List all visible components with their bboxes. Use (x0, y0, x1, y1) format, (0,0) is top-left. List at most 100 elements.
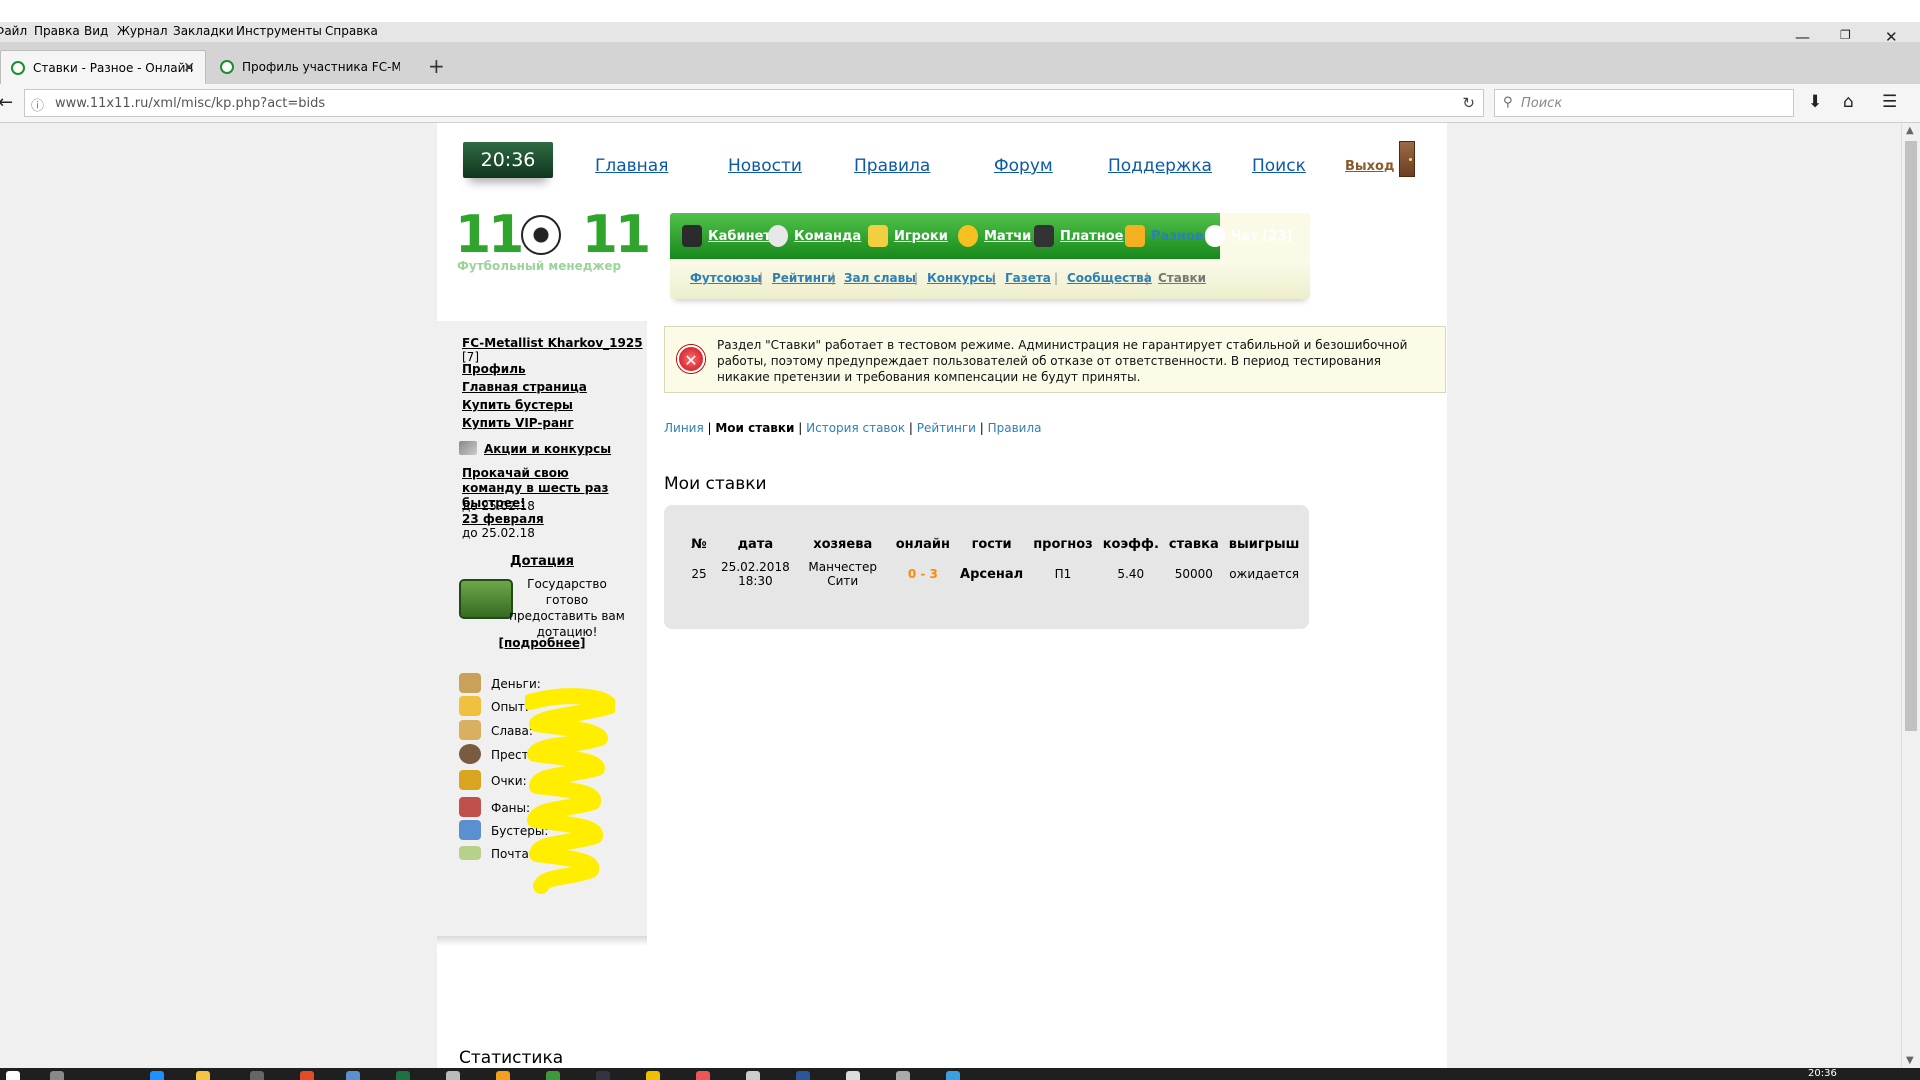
hamburger-menu-icon[interactable]: ☰ (1882, 92, 1897, 112)
window-close-icon[interactable]: ✕ (1885, 28, 1898, 46)
dotation-text: Государство готово предоставить вам дота… (509, 577, 625, 639)
vertical-scrollbar[interactable]: ▲ ▼ (1901, 123, 1920, 1068)
scroll-up-icon[interactable]: ▲ (1906, 125, 1914, 136)
submenu-hall-of-fame[interactable]: Зал славы (844, 271, 916, 285)
edge-icon[interactable] (150, 1071, 164, 1080)
cell-win: ожидается (1229, 567, 1300, 581)
menu-history[interactable]: Журнал (117, 24, 168, 38)
tab-bar: Ставки - Разное - Онлайн ... ✕ Профиль у… (0, 28, 1920, 84)
menu-edit[interactable]: Правка (34, 24, 80, 38)
site-clock: 20:36 (463, 142, 553, 178)
excel-icon[interactable] (396, 1071, 410, 1080)
app-icon[interactable] (596, 1071, 610, 1080)
notepad-icon[interactable] (446, 1071, 460, 1080)
url-bar[interactable]: ⓘ www.11x11.ru/xml/misc/kp.php?act=bids … (24, 89, 1484, 117)
subnav-history[interactable]: История ставок (806, 421, 905, 435)
nav-support[interactable]: Поддержка (1108, 156, 1212, 176)
back-icon[interactable]: ← (0, 92, 13, 113)
firefox-icon[interactable] (346, 1071, 360, 1080)
submenu-bets[interactable]: Ставки (1158, 271, 1206, 285)
search-icon[interactable] (50, 1071, 64, 1080)
menu-tools[interactable]: Инструменты (236, 24, 322, 38)
scroll-thumb[interactable] (1905, 141, 1917, 731)
app-icon[interactable] (496, 1071, 510, 1080)
app-icon[interactable] (946, 1071, 960, 1080)
menu-item-players[interactable]: Игроки (868, 213, 948, 259)
nav-search[interactable]: Поиск (1252, 156, 1306, 176)
menu-bookmarks[interactable]: Закладки (173, 24, 234, 38)
sidebar-link-profile[interactable]: Профиль (462, 362, 526, 376)
mail-icon[interactable] (746, 1071, 760, 1080)
promo-until: до 25.02.18 (462, 499, 535, 513)
search-input[interactable]: ⚲ Поиск (1494, 89, 1794, 117)
scroll-down-icon[interactable]: ▼ (1906, 1055, 1914, 1066)
menu-item-chat[interactable]: Чат [23] (1205, 213, 1292, 259)
menu-file[interactable]: Файл (0, 24, 27, 38)
separator: | (1145, 271, 1150, 285)
logout-link[interactable]: Выход (1345, 159, 1394, 174)
nav-news[interactable]: Новости (728, 156, 802, 176)
menu-label: Платное (1060, 228, 1124, 244)
sidebar-link-main-page[interactable]: Главная страница (462, 380, 587, 394)
calc-icon[interactable] (846, 1071, 860, 1080)
subnav-line[interactable]: Линия (664, 421, 704, 435)
nav-home[interactable]: Главная (595, 156, 668, 176)
store-icon[interactable] (250, 1071, 264, 1080)
app-icon[interactable] (646, 1071, 660, 1080)
tab-bets[interactable]: Ставки - Разное - Онлайн ... ✕ (0, 50, 206, 84)
download-icon[interactable]: ⬇ (1808, 92, 1822, 112)
cell-forecast: П1 (1054, 567, 1072, 581)
money-bag-icon (459, 673, 481, 693)
team-link[interactable]: FC-Metallist Kharkov_1925 (462, 336, 643, 350)
site-logo[interactable]: 11 11 Футбольный менеджер (455, 207, 651, 277)
app-icon[interactable] (896, 1071, 910, 1080)
nav-rules[interactable]: Правила (854, 156, 930, 176)
menu-item-matches[interactable]: Матчи (958, 213, 1031, 259)
sub-menu: Футсоюзы | Рейтинги | Зал славы | Конкур… (670, 259, 1310, 299)
app-icon[interactable] (546, 1071, 560, 1080)
new-tab-icon[interactable]: + (428, 54, 445, 78)
menu-item-team[interactable]: Команда (768, 213, 861, 259)
nav-forum[interactable]: Форум (994, 156, 1053, 176)
close-icon[interactable]: ✕ (183, 60, 195, 76)
sidebar-link-promos[interactable]: Акции и конкурсы (484, 442, 611, 456)
menu-item-cabinet[interactable]: Кабинет (682, 213, 771, 259)
sidebar-link-buy-vip[interactable]: Купить VIP-ранг (462, 416, 574, 430)
tab-profile[interactable]: Профиль участника FC-Me... (210, 50, 410, 84)
promo-link-feb23[interactable]: 23 февраля (462, 512, 544, 526)
menu-item-paid[interactable]: Платное (1034, 213, 1123, 259)
subnav-rules[interactable]: Правила (988, 421, 1042, 435)
reload-icon[interactable]: ↻ (1462, 94, 1475, 112)
app-icon[interactable] (696, 1071, 710, 1080)
home-icon[interactable]: ⌂ (1843, 92, 1854, 112)
url-text[interactable]: www.11x11.ru/xml/misc/kp.php?act=bids (55, 96, 325, 111)
submenu-communities[interactable]: Сообщества (1067, 271, 1152, 285)
search-placeholder: Поиск (1521, 96, 1563, 111)
restore-icon[interactable]: ❐ (1840, 28, 1851, 42)
info-icon[interactable]: ⓘ (31, 95, 44, 114)
chrome-icon[interactable] (300, 1071, 314, 1080)
subnav-ratings[interactable]: Рейтинги (917, 421, 976, 435)
minimize-icon[interactable]: — (1795, 28, 1810, 46)
taskbar-clock[interactable]: 20:36 (1808, 1068, 1837, 1079)
submenu-ratings[interactable]: Рейтинги (772, 271, 836, 285)
submenu-contests[interactable]: Конкурсы (927, 271, 996, 285)
menu-label: Команда (794, 228, 862, 244)
separator: | (914, 271, 919, 285)
warning-text: Раздел "Ставки" работает в тестовом режи… (717, 338, 1408, 384)
dotation-more-link[interactable]: [подробнее] (499, 636, 586, 650)
submenu-futsoyuzy[interactable]: Футсоюзы (690, 271, 762, 285)
menu-help[interactable]: Справка (325, 24, 378, 38)
submenu-newspaper[interactable]: Газета (1005, 271, 1051, 285)
stat-experience: Опыт: (491, 700, 529, 714)
door-icon[interactable] (1399, 141, 1415, 177)
section-title: Мои ставки (664, 474, 767, 494)
start-icon[interactable] (6, 1071, 20, 1080)
menu-item-misc[interactable]: Разное (1125, 213, 1204, 259)
word-icon[interactable] (796, 1071, 810, 1080)
folder-icon[interactable] (196, 1071, 210, 1080)
treasure-chest-icon (459, 579, 513, 619)
sidebar-link-buy-boosters[interactable]: Купить бустеры (462, 398, 573, 412)
menu-view[interactable]: Вид (84, 24, 108, 38)
dotation-title[interactable]: Дотация (510, 554, 574, 569)
